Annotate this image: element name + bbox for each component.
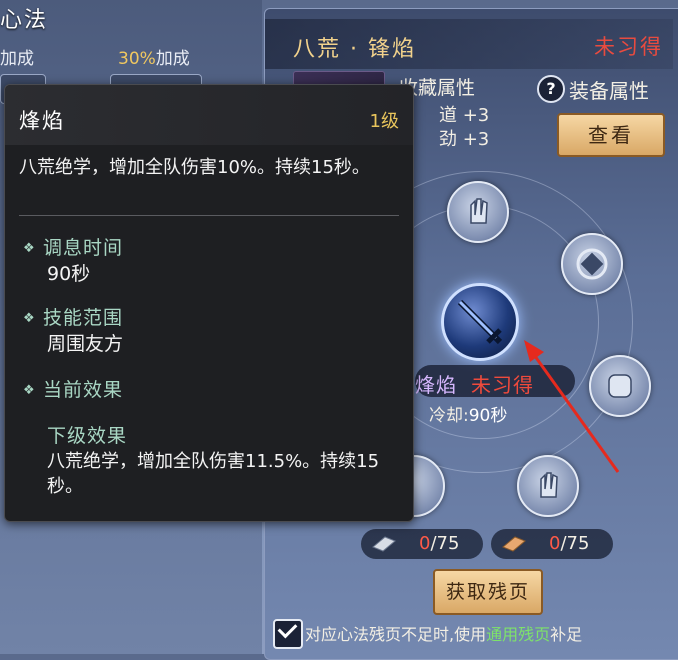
tooltip-section-1-value: 90秒 <box>47 263 91 285</box>
tooltip-section-3: ❖ 当前效果 <box>23 375 123 402</box>
left-panel-title: 心法 <box>0 8 49 33</box>
left-stat-label: 加成 <box>0 49 34 69</box>
tooltip-level: 1级 <box>369 111 399 132</box>
cooldown-text: 冷却:90秒 <box>429 401 507 426</box>
note-highlight: 通用残页 <box>486 625 551 644</box>
fragment-current-2: 0 <box>549 533 561 554</box>
card-status: 未习得 <box>594 35 663 59</box>
auto-fill-checkbox[interactable] <box>273 618 303 649</box>
equip-attr-label: 装备属性 <box>569 79 649 103</box>
note-prefix: 对应心法残页不足时,使用 <box>305 625 487 644</box>
skill-node-top[interactable] <box>447 181 509 243</box>
note-suffix: 补足 <box>550 625 583 644</box>
tooltip-next-label: 下级效果 <box>47 425 128 447</box>
tooltip-section-2-value: 周围友方 <box>47 333 124 355</box>
tooltip-title: 烽焰 <box>19 109 65 133</box>
palm-icon <box>470 198 488 224</box>
selected-skill-status: 未习得 <box>471 373 534 397</box>
skill-node-center-selected[interactable] <box>441 283 519 361</box>
left-stat-bonus: 30%加成 <box>118 44 190 69</box>
skill-node-right[interactable] <box>589 355 651 417</box>
diamond-bullet-icon: ❖ <box>23 241 36 256</box>
fragment-total-2: /75 <box>560 533 590 554</box>
auto-fill-note: 对应心法残页不足时,使用通用残页补足 <box>305 621 582 645</box>
skill-node-upper-right[interactable] <box>561 233 623 295</box>
skill-tooltip: 烽焰 1级 八荒绝学，增加全队伤害10%。持续15秒。 ❖ 调息时间 90秒 ❖ 技… <box>4 84 414 522</box>
get-fragments-button[interactable]: 获取残页 <box>433 569 543 615</box>
selected-skill-name: 烽焰 <box>415 373 457 397</box>
diamond-bullet-icon: ❖ <box>23 311 36 326</box>
cooldown-value: 90秒 <box>468 406 508 426</box>
fragment-total-1: /75 <box>430 533 460 554</box>
sword-icon <box>457 299 503 345</box>
skill-node-lower-right[interactable] <box>517 455 579 517</box>
cooldown-label: 冷却: <box>429 406 469 426</box>
tooltip-next-description: 八荒绝学，增加全队伤害11.5%。持续15秒。 <box>47 451 380 497</box>
fist-icon <box>608 374 632 398</box>
fragment-count-2: 0/75 <box>549 533 589 554</box>
tooltip-section-2-label: 技能范围 <box>43 307 124 329</box>
tooltip-description: 八荒绝学，增加全队伤害10%。持续15秒。 <box>19 157 370 178</box>
tooltip-section-1: ❖ 调息时间 <box>23 233 123 260</box>
universal-fragment-icon <box>502 536 526 552</box>
left-stat-suffix: 加成 <box>155 49 190 69</box>
diamond-bullet-icon: ❖ <box>23 383 36 398</box>
help-icon[interactable]: ? <box>537 75 565 103</box>
fragment-current-1: 0 <box>419 533 431 554</box>
left-stat-percent: 30% <box>118 49 156 69</box>
spiral-emblem-icon <box>576 248 608 280</box>
tooltip-section-3-label: 当前效果 <box>43 379 124 401</box>
collect-attr-1: 道 +3 <box>439 105 490 126</box>
view-button[interactable]: 查看 <box>557 113 665 157</box>
palm-icon <box>540 472 558 498</box>
tooltip-divider <box>19 215 399 216</box>
tooltip-header <box>5 85 413 145</box>
tooltip-section-2: ❖ 技能范围 <box>23 303 123 330</box>
fragment-count-1: 0/75 <box>419 533 459 554</box>
card-title: 八荒 · 锋焰 <box>293 37 416 62</box>
collect-attr-2: 劲 +3 <box>439 129 490 150</box>
checkmark-icon <box>277 618 298 639</box>
tooltip-section-1-label: 调息时间 <box>43 237 124 259</box>
scroll-fragment-icon <box>372 536 396 552</box>
